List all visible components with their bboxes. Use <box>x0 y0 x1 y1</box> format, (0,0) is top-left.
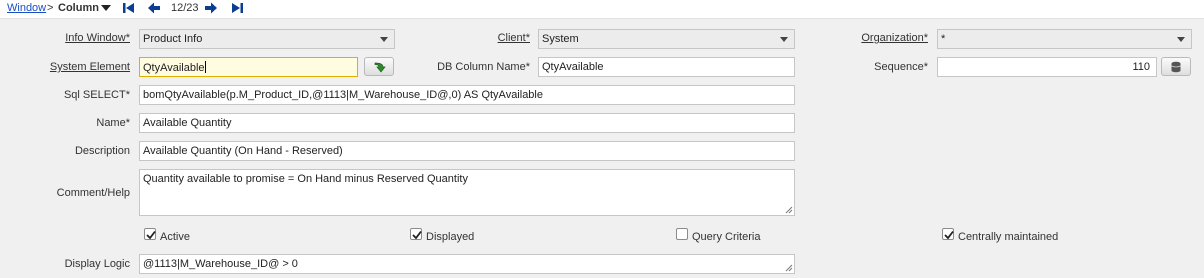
sql-select-input[interactable]: bomQtyAvailable(p.M_Product_ID,@1113|M_W… <box>139 85 795 105</box>
description-input[interactable]: Available Quantity (On Hand - Reserved) <box>139 141 795 161</box>
element-lookup-button[interactable] <box>364 57 394 76</box>
active-checkbox[interactable] <box>144 228 156 240</box>
name-input[interactable]: Available Quantity <box>139 113 795 133</box>
db-column-name-value: QtyAvailable <box>542 61 604 73</box>
previous-record-icon[interactable] <box>146 1 162 15</box>
info-window-value: Product Info <box>143 33 203 45</box>
name-value: Available Quantity <box>143 117 232 129</box>
sequence-input[interactable]: 110 <box>937 57 1157 77</box>
checkmark-icon <box>412 230 422 240</box>
client-value: System <box>542 33 579 45</box>
navigation-bar: Window > Column 12/23 <box>0 0 1204 19</box>
display-logic-value: @1113|M_Warehouse_ID@ > 0 <box>143 258 298 270</box>
caret-down-icon[interactable] <box>100 3 112 13</box>
description-label: Description <box>74 145 130 157</box>
info-window-select[interactable]: Product Info <box>139 29 395 49</box>
chevron-down-icon <box>780 37 788 42</box>
breadcrumb-current-tab[interactable]: Column <box>58 2 99 14</box>
breadcrumb-separator: > <box>47 2 54 14</box>
display-logic-label: Display Logic <box>64 258 130 270</box>
chevron-down-icon <box>380 37 388 42</box>
active-label: Active <box>160 231 190 243</box>
comment-help-textarea[interactable]: Quantity available to promise = On Hand … <box>139 169 795 216</box>
first-record-icon[interactable] <box>121 1 137 15</box>
db-column-name-label: DB Column Name* <box>437 61 530 73</box>
client-label[interactable]: Client* <box>420 32 530 44</box>
next-record-icon[interactable] <box>203 1 219 15</box>
checkmark-icon <box>146 230 156 240</box>
centrally-maintained-checkbox[interactable] <box>942 228 954 240</box>
db-column-name-input[interactable]: QtyAvailable <box>538 57 795 77</box>
name-label: Name* <box>96 117 130 129</box>
client-select[interactable]: System <box>538 29 795 49</box>
display-logic-textarea[interactable]: @1113|M_Warehouse_ID@ > 0 <box>139 254 795 274</box>
displayed-checkbox[interactable] <box>410 228 422 240</box>
system-element-input[interactable]: QtyAvailable <box>139 57 358 77</box>
organization-label[interactable]: Organization* <box>815 32 928 44</box>
organization-value: * <box>941 33 946 45</box>
record-counter: 12/23 <box>171 2 199 14</box>
system-element-label[interactable]: System Element <box>20 61 130 73</box>
resize-grip-icon[interactable] <box>785 206 793 214</box>
chevron-down-icon <box>1177 37 1185 42</box>
info-window-label[interactable]: Info Window* <box>20 32 130 44</box>
text-cursor <box>204 61 206 73</box>
sequence-label: Sequence* <box>874 61 928 73</box>
sequence-calculator-button[interactable] <box>1161 57 1191 76</box>
database-icon <box>1171 61 1181 73</box>
query-criteria-label: Query Criteria <box>692 231 761 243</box>
centrally-maintained-label: Centrally maintained <box>958 231 1059 243</box>
description-value: Available Quantity (On Hand - Reserved) <box>143 145 343 157</box>
checkmark-icon <box>944 230 954 240</box>
sql-select-value: bomQtyAvailable(p.M_Product_ID,@1113|M_W… <box>143 89 543 101</box>
green-arrow-icon <box>374 62 386 73</box>
sequence-value: 110 <box>1132 61 1150 73</box>
displayed-label: Displayed <box>426 231 475 243</box>
comment-help-label: Comment/Help <box>56 187 130 199</box>
system-element-value: QtyAvailable <box>143 62 205 74</box>
query-criteria-checkbox[interactable] <box>676 228 688 240</box>
comment-help-value: Quantity available to promise = On Hand … <box>143 173 468 185</box>
organization-select[interactable]: * <box>937 29 1192 49</box>
sql-select-label: Sql SELECT* <box>63 89 130 101</box>
last-record-icon[interactable] <box>229 1 245 15</box>
resize-grip-icon[interactable] <box>785 264 793 272</box>
breadcrumb-window-link[interactable]: Window <box>7 2 46 14</box>
